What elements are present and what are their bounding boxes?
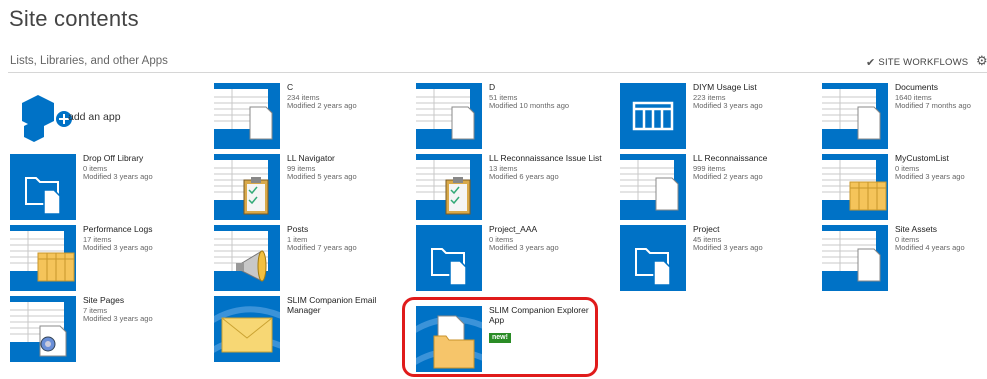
tile-name[interactable]: Drop Off Library bbox=[83, 153, 198, 164]
app-tile[interactable]: Project_AAA 0 items Modified 3 years ago bbox=[416, 224, 606, 291]
app-tile[interactable]: Project 45 items Modified 3 years ago bbox=[620, 224, 810, 291]
header-divider bbox=[8, 72, 987, 73]
tile-meta: Posts 1 item Modified 7 years ago bbox=[287, 224, 402, 253]
tile-name[interactable]: DIYM Usage List bbox=[693, 82, 808, 93]
modified-date: Modified 2 years ago bbox=[287, 101, 357, 111]
tile-meta: C 234 items Modified 2 years ago bbox=[287, 82, 402, 111]
site-workflows-label: SITE WORKFLOWS bbox=[878, 57, 969, 68]
list-icon[interactable] bbox=[822, 225, 888, 291]
app-tile[interactable]: Posts 1 item Modified 7 years ago bbox=[214, 224, 404, 291]
list-icon[interactable] bbox=[620, 154, 686, 220]
clipboard-icon[interactable] bbox=[214, 154, 280, 220]
site-pages-icon[interactable] bbox=[10, 296, 76, 362]
app-tile[interactable]: MyCustomList 0 items Modified 3 years ago bbox=[822, 153, 987, 220]
tile-meta: LL Navigator 99 items Modified 5 years ago bbox=[287, 153, 402, 182]
tile-meta: Project_AAA 0 items Modified 3 years ago bbox=[489, 224, 604, 253]
modified-date: Modified 3 years ago bbox=[895, 172, 965, 182]
app-tile[interactable]: SLIM Companion Email Manager bbox=[214, 295, 404, 362]
megaphone-icon[interactable] bbox=[214, 225, 280, 291]
tile-meta: MyCustomList 0 items Modified 3 years ago bbox=[895, 153, 987, 182]
tile-name[interactable]: Posts bbox=[287, 224, 402, 235]
tile-name[interactable]: Documents bbox=[895, 82, 987, 93]
tile-name[interactable]: LL Navigator bbox=[287, 153, 402, 164]
app-tile[interactable]: DIYM Usage List 223 items Modified 3 years… bbox=[620, 82, 810, 149]
tile-name[interactable]: D bbox=[489, 82, 604, 93]
table-icon[interactable] bbox=[620, 83, 686, 149]
tile-meta: Drop Off Library 0 items Modified 3 years … bbox=[83, 153, 198, 182]
custom-list-icon[interactable] bbox=[822, 154, 888, 220]
modified-date: Modified 3 years ago bbox=[83, 243, 153, 253]
app-tile[interactable]: D 51 items Modified 10 months ago bbox=[416, 82, 606, 149]
modified-date: Modified 3 years ago bbox=[83, 314, 153, 324]
app-tile[interactable]: Performance Logs 17 items Modified 3 years… bbox=[10, 224, 200, 291]
tile-meta: Site Pages 7 items Modified 3 years ago bbox=[83, 295, 198, 324]
list-icon[interactable] bbox=[214, 83, 280, 149]
tile-meta: DIYM Usage List 223 items Modified 3 years… bbox=[693, 82, 808, 111]
modified-date: Modified 7 months ago bbox=[895, 101, 971, 111]
app-tile[interactable]: Site Pages 7 items Modified 3 years ago bbox=[10, 295, 200, 362]
section-subtitle: Lists, Libraries, and other Apps bbox=[10, 55, 168, 67]
tile-meta: Documents 1640 items Modified 7 months ago bbox=[895, 82, 987, 111]
tile-name[interactable]: Performance Logs bbox=[83, 224, 198, 235]
tile-name[interactable]: LL Reconnaissance Issue List bbox=[489, 153, 604, 164]
modified-date: Modified 3 years ago bbox=[693, 243, 763, 253]
tile-meta: LL Reconnaissance Issue List 13 items Modi… bbox=[489, 153, 604, 182]
highlight-box bbox=[402, 297, 598, 377]
gear-icon[interactable]: ⚙ bbox=[976, 53, 987, 69]
app-tile[interactable]: Drop Off Library 0 items Modified 3 years … bbox=[10, 153, 200, 220]
site-workflows-button[interactable]: ✔ SITE WORKFLOWS bbox=[866, 56, 968, 69]
modified-date: Modified 6 years ago bbox=[489, 172, 559, 182]
app-tile[interactable]: Site Assets 0 items Modified 4 years ago bbox=[822, 224, 987, 291]
app-tile[interactable]: LL Navigator 99 items Modified 5 years ago bbox=[214, 153, 404, 220]
app-tile[interactable]: LL Reconnaissance Issue List 13 items Modi… bbox=[416, 153, 606, 220]
modified-date: Modified 3 years ago bbox=[489, 243, 559, 253]
folder-icon[interactable] bbox=[620, 225, 686, 291]
tile-meta: Site Assets 0 items Modified 4 years ago bbox=[895, 224, 987, 253]
tile-name[interactable]: Project bbox=[693, 224, 808, 235]
tile-name[interactable]: SLIM Companion Email Manager bbox=[287, 295, 402, 316]
envelope-icon[interactable] bbox=[214, 296, 280, 362]
tile-name[interactable]: Project_AAA bbox=[489, 224, 604, 235]
tile-meta: Performance Logs 17 items Modified 3 years… bbox=[83, 224, 198, 253]
modified-date: Modified 5 years ago bbox=[287, 172, 357, 182]
app-tile[interactable]: Documents 1640 items Modified 7 months ago bbox=[822, 82, 987, 149]
tile-meta: Project 45 items Modified 3 years ago bbox=[693, 224, 808, 253]
workflow-check-icon: ✔ bbox=[866, 57, 876, 69]
tile-meta: LL Reconnaissance 999 items Modified 2 yea… bbox=[693, 153, 808, 182]
add-app-label[interactable]: add an app bbox=[68, 111, 121, 123]
modified-date: Modified 2 years ago bbox=[693, 172, 763, 182]
clipboard-icon[interactable] bbox=[416, 154, 482, 220]
modified-date: Modified 3 years ago bbox=[83, 172, 153, 182]
tile-meta: D 51 items Modified 10 months ago bbox=[489, 82, 604, 111]
tile-name[interactable]: LL Reconnaissance bbox=[693, 153, 808, 164]
tile-meta: SLIM Companion Email Manager bbox=[287, 295, 402, 316]
tile-name[interactable]: C bbox=[287, 82, 402, 93]
tile-name[interactable]: MyCustomList bbox=[895, 153, 987, 164]
tile-name[interactable]: Site Assets bbox=[895, 224, 987, 235]
modified-date: Modified 3 years ago bbox=[693, 101, 763, 111]
modified-date: Modified 10 months ago bbox=[489, 101, 570, 111]
list-icon[interactable] bbox=[416, 83, 482, 149]
page-title: Site contents bbox=[9, 6, 139, 31]
tile-name[interactable]: Site Pages bbox=[83, 295, 198, 306]
custom-list-icon[interactable] bbox=[10, 225, 76, 291]
folder-icon[interactable] bbox=[10, 154, 76, 220]
app-tile[interactable]: LL Reconnaissance 999 items Modified 2 yea… bbox=[620, 153, 810, 220]
folder-icon[interactable] bbox=[416, 225, 482, 291]
app-tile[interactable]: C 234 items Modified 2 years ago bbox=[214, 82, 404, 149]
list-icon[interactable] bbox=[822, 83, 888, 149]
modified-date: Modified 4 years ago bbox=[895, 243, 965, 253]
modified-date: Modified 7 years ago bbox=[287, 243, 357, 253]
